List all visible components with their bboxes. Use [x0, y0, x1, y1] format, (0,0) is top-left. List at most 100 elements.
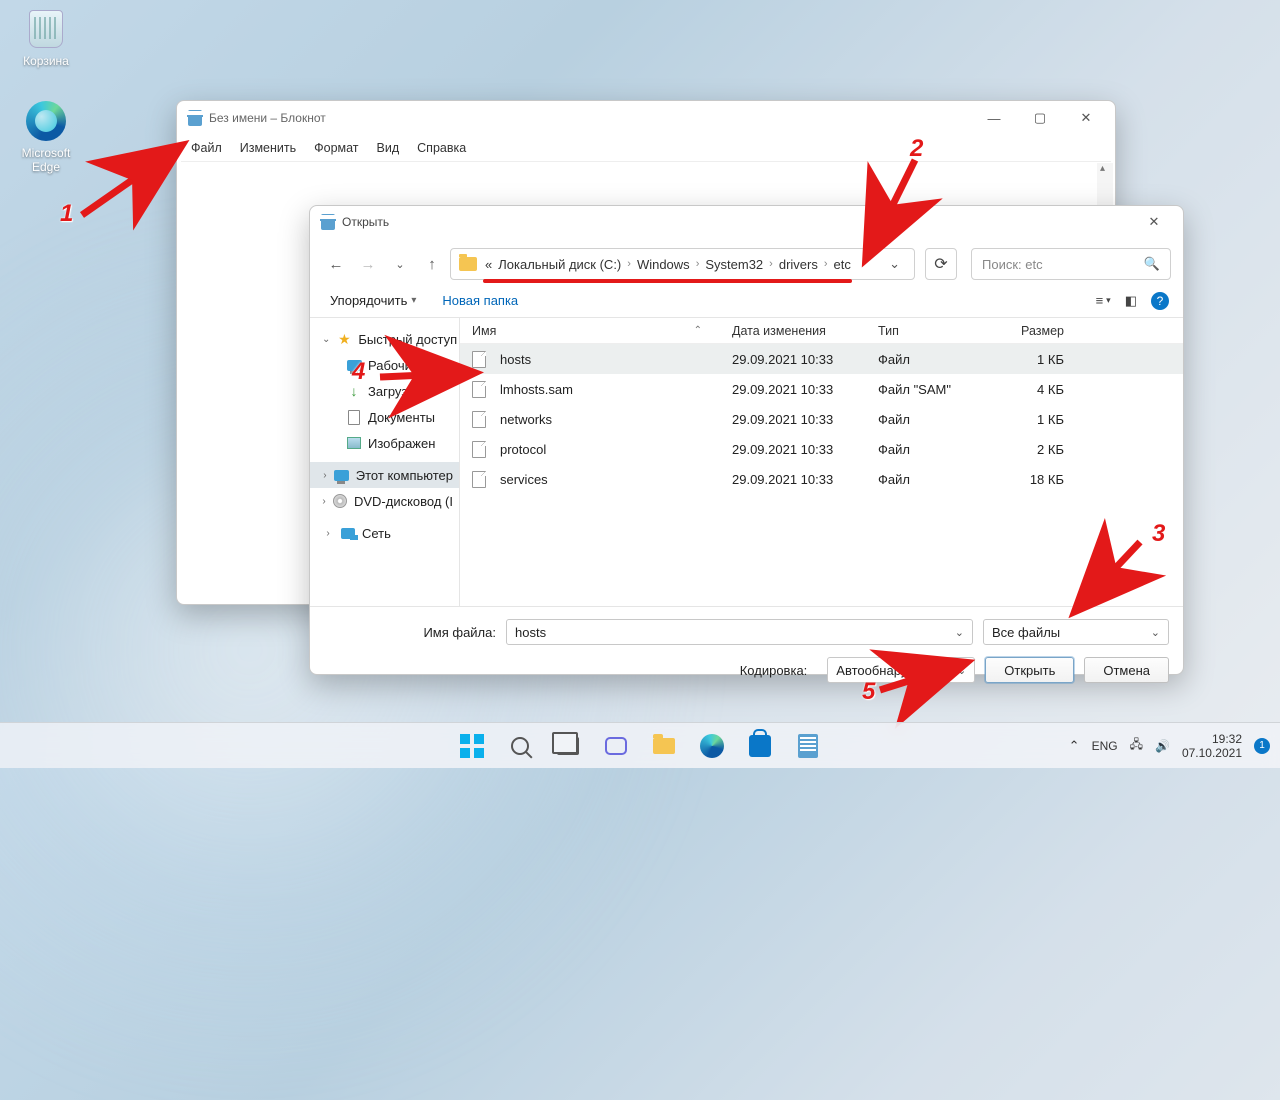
taskbar-edge[interactable] [692, 726, 732, 766]
encoding-label: Кодировка: [740, 663, 818, 678]
open-dialog-titlebar[interactable]: Открыть [310, 206, 1183, 238]
pc-icon [334, 470, 349, 481]
annotation-1: 1 [60, 200, 73, 228]
tray-volume-icon[interactable]: 🔊 [1155, 739, 1170, 753]
tree-dvd[interactable]: › DVD-дисковод (I [310, 488, 459, 514]
taskbar-store[interactable] [740, 726, 780, 766]
tree-quick-access[interactable]: ⌄ ★ Быстрый доступ [310, 326, 459, 352]
chevron-down-icon: ▾ [411, 295, 416, 306]
organize-button[interactable]: Упорядочить ▾ [324, 289, 422, 312]
col-size[interactable]: Размер [994, 324, 1064, 338]
notepad-icon [188, 110, 202, 126]
crumb-drivers[interactable]: drivers [779, 257, 818, 272]
search-input[interactable]: Поиск: etc 🔍 [971, 248, 1171, 280]
chevron-right-icon: › [322, 470, 328, 481]
new-folder-button[interactable]: Новая папка [436, 289, 524, 312]
menu-format[interactable]: Формат [306, 139, 366, 157]
file-row[interactable]: hosts 29.09.2021 10:33 Файл 1 КБ [460, 344, 1183, 374]
chevron-down-icon: ⌄ [1151, 626, 1160, 639]
col-type[interactable]: Тип [878, 324, 994, 338]
file-row[interactable]: networks 29.09.2021 10:33 Файл 1 КБ [460, 404, 1183, 434]
crumb-c[interactable]: Локальный диск (C:) [498, 257, 621, 272]
chevron-down-icon: ⌄ [957, 664, 966, 677]
nav-recent-button[interactable]: ⌄ [386, 250, 414, 278]
view-options-button[interactable]: ≡ ▾ [1096, 293, 1111, 308]
maximize-button[interactable] [1017, 103, 1063, 133]
preview-pane-button[interactable]: ◧ [1125, 293, 1137, 309]
dialog-close-button[interactable] [1131, 207, 1177, 237]
desktop-icon-recycle-bin[interactable]: Корзина [8, 8, 84, 68]
tray-network-icon[interactable]: 🖧 [1130, 735, 1143, 756]
chevron-right-icon: › [322, 528, 334, 539]
open-button[interactable]: Открыть [985, 657, 1074, 683]
chevron-right-icon: › [322, 496, 326, 507]
chevron-right-icon: › [627, 258, 631, 270]
help-button[interactable]: ? [1151, 292, 1169, 310]
file-list: Имя⌃ Дата изменения Тип Размер hosts 29.… [460, 318, 1183, 606]
crumb-system32[interactable]: System32 [705, 257, 763, 272]
nav-forward-button[interactable]: → [354, 250, 382, 278]
annotation-2: 2 [910, 135, 923, 163]
address-dropdown[interactable]: ⌄ [883, 256, 906, 272]
nav-up-button[interactable]: ↑ [418, 250, 446, 278]
tray-language[interactable]: ENG [1092, 739, 1118, 753]
store-icon [749, 735, 771, 757]
start-button[interactable] [452, 726, 492, 766]
menu-file[interactable]: Файл [183, 139, 230, 157]
star-icon: ★ [336, 331, 352, 347]
refresh-button[interactable]: ⟳ [925, 248, 957, 280]
file-row[interactable]: lmhosts.sam 29.09.2021 10:33 Файл "SAM" … [460, 374, 1183, 404]
tray-clock[interactable]: 19:32 07.10.2021 [1182, 732, 1242, 760]
encoding-select[interactable]: Автообнаружение ⌄ [827, 657, 975, 683]
tree-downloads[interactable]: ↓ Загрузки [310, 378, 459, 404]
annotation-underline [483, 279, 852, 283]
tray-chevron-icon[interactable]: ⌃ [1069, 738, 1080, 754]
filename-input[interactable]: hosts ⌄ [506, 619, 973, 645]
notepad-titlebar[interactable]: Без имени – Блокнот [177, 101, 1115, 135]
menu-help[interactable]: Справка [409, 139, 474, 157]
cancel-button[interactable]: Отмена [1084, 657, 1169, 683]
address-bar[interactable]: « Локальный диск (C:) › Windows › System… [450, 248, 915, 280]
tree-this-pc[interactable]: › Этот компьютер [310, 462, 459, 488]
file-icon [472, 441, 486, 458]
taskbar: ⌃ ENG 🖧 🔊 19:32 07.10.2021 1 [0, 722, 1280, 768]
edge-icon [26, 101, 66, 141]
tree-network[interactable]: › Сеть [310, 520, 459, 546]
desktop-icon-edge[interactable]: Microsoft Edge [8, 100, 84, 174]
close-button[interactable] [1063, 103, 1109, 133]
tree-desktop[interactable]: Рабочий сто [310, 352, 459, 378]
tray-notifications[interactable]: 1 [1254, 738, 1270, 754]
edge-label: Microsoft Edge [8, 146, 84, 174]
nav-back-button[interactable]: ← [322, 250, 350, 278]
menu-view[interactable]: Вид [369, 139, 408, 157]
minimize-button[interactable] [971, 103, 1017, 133]
tree-pictures[interactable]: Изображен [310, 430, 459, 456]
taskbar-taskview[interactable] [548, 726, 588, 766]
search-placeholder: Поиск: etc [982, 257, 1043, 272]
open-dialog: Открыть ← → ⌄ ↑ « Локальный диск (C:) › … [309, 205, 1184, 675]
tree-documents[interactable]: Документы [310, 404, 459, 430]
open-dialog-title: Открыть [342, 215, 389, 229]
document-icon [348, 410, 360, 425]
file-filter-select[interactable]: Все файлы ⌄ [983, 619, 1169, 645]
annotation-4: 4 [352, 358, 365, 386]
taskbar-search[interactable] [500, 726, 540, 766]
menu-edit[interactable]: Изменить [232, 139, 304, 157]
taskbar-chat[interactable] [596, 726, 636, 766]
col-date[interactable]: Дата изменения [732, 324, 878, 338]
folder-icon [459, 257, 477, 271]
crumb-windows[interactable]: Windows [637, 257, 690, 272]
notepad-icon [798, 734, 818, 758]
file-icon [472, 351, 486, 368]
taskbar-explorer[interactable] [644, 726, 684, 766]
crumb-etc[interactable]: etc [834, 257, 851, 272]
chevron-right-icon: › [769, 258, 773, 270]
file-row[interactable]: services 29.09.2021 10:33 Файл 18 КБ [460, 464, 1183, 494]
network-icon [341, 528, 355, 539]
taskbar-notepad[interactable] [788, 726, 828, 766]
col-name[interactable]: Имя⌃ [472, 324, 732, 338]
file-row[interactable]: protocol 29.09.2021 10:33 Файл 2 КБ [460, 434, 1183, 464]
notepad-icon [321, 214, 335, 230]
edge-icon [700, 734, 724, 758]
file-icon [472, 471, 486, 488]
